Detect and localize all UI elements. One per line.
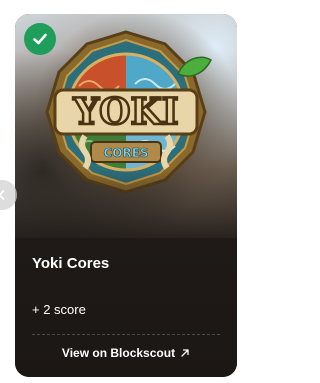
score-text: + 2 score xyxy=(32,302,86,317)
chevron-left-icon xyxy=(0,190,5,200)
quest-card[interactable]: YOKI CORES Yoki Cores + 2 score View on … xyxy=(15,14,237,377)
divider xyxy=(32,334,220,335)
link-label: View on Blockscout xyxy=(61,346,176,360)
view-on-blockscout-link[interactable]: View on Blockscout xyxy=(15,346,237,360)
arrow-up-right-icon xyxy=(181,349,189,357)
logo-subtext: CORES xyxy=(103,146,148,160)
card-title: Yoki Cores xyxy=(32,255,110,272)
check-circle-icon xyxy=(24,23,56,55)
logo-text: YOKI xyxy=(72,91,178,133)
card-info: Yoki Cores + 2 score View on Blockscout xyxy=(15,238,237,377)
